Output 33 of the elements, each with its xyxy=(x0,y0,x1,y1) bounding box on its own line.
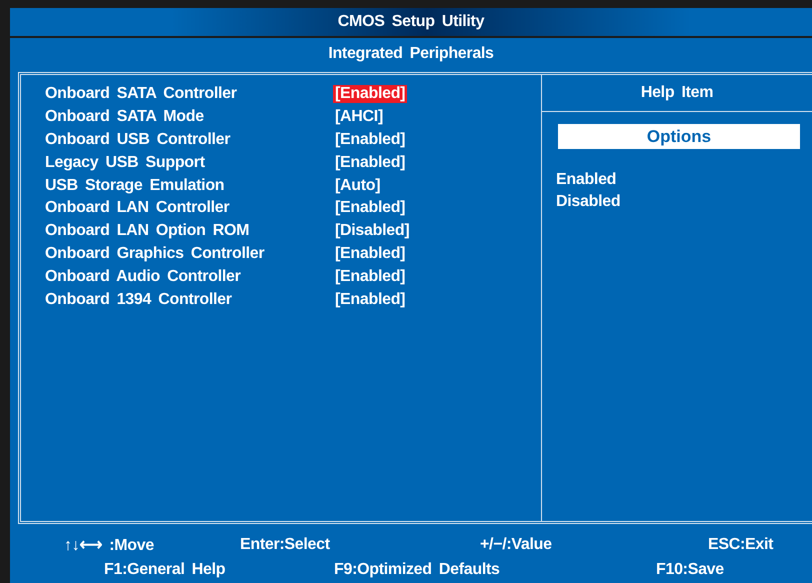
key-hint: +/−/:Value xyxy=(480,536,553,554)
setting-label: Onboard LAN Option ROM xyxy=(45,222,250,240)
key-hint: Enter:Select xyxy=(240,536,331,554)
help-title: Help Item xyxy=(640,84,714,102)
option-text: Disabled xyxy=(556,193,622,212)
options-heading: Options xyxy=(558,124,800,149)
window-title: CMOS Setup Utility xyxy=(338,13,484,31)
setting-label: Legacy USB Support xyxy=(45,154,206,172)
setting-label: Onboard Graphics Controller xyxy=(45,244,266,263)
setting-label: Onboard USB Controller xyxy=(45,130,232,149)
key-hint: F10:Save xyxy=(656,560,724,578)
setting-label: USB Storage Emulation xyxy=(45,176,226,195)
setting-value[interactable]: [Disabled] xyxy=(333,222,412,240)
setting-label: Onboard Audio Controller xyxy=(45,268,242,286)
setting-value[interactable]: [Enabled] xyxy=(333,268,408,286)
setting-value[interactable]: [AHCI] xyxy=(333,108,385,126)
setting-value[interactable]: [Enabled] xyxy=(333,130,408,149)
setting-value[interactable]: [Enabled] xyxy=(333,85,408,104)
setting-value[interactable]: [Enabled] xyxy=(333,244,408,263)
setting-value[interactable]: [Enabled] xyxy=(333,290,408,309)
key-hint: F1:General Help xyxy=(104,560,226,578)
setting-value[interactable]: [Auto] xyxy=(333,176,382,195)
setting-value[interactable]: [Enabled] xyxy=(333,199,408,218)
setting-label: Onboard SATA Controller xyxy=(45,85,238,104)
key-hint: F9:Optimized Defaults xyxy=(334,560,501,578)
setting-label: Onboard SATA Mode xyxy=(45,108,205,126)
key-hint: ESC:Exit xyxy=(708,536,774,554)
setting-value[interactable]: [Enabled] xyxy=(333,154,408,172)
option-text: Enabled xyxy=(556,171,618,190)
setting-label: Onboard LAN Controller xyxy=(45,199,230,218)
setting-label: Onboard 1394 Controller xyxy=(45,290,233,309)
page-title: Integrated Peripherals xyxy=(328,45,494,63)
key-hint: ↑↓⟷ :Move xyxy=(64,536,155,554)
